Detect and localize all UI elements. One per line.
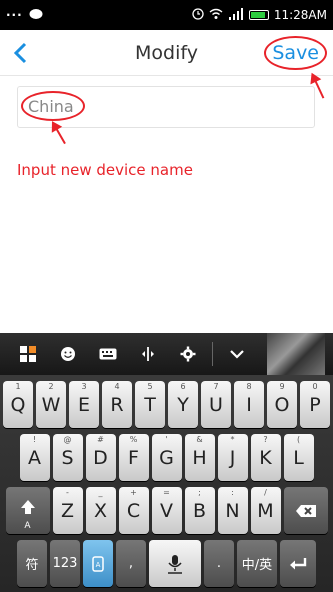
space-key[interactable]: [149, 540, 201, 587]
chat-icon: [29, 8, 43, 23]
back-button[interactable]: [12, 38, 42, 68]
keyboard: 1Q 2W 3E 4R 5T 6Y 7U 8I 9O 0P ! A @ S # D %…: [0, 375, 333, 592]
key-f[interactable]: % F: [118, 434, 149, 481]
emoji-icon[interactable]: [48, 333, 88, 375]
keyboard-row-2: ! A @ S # D % F ' G & H * J ? K (L: [3, 434, 330, 481]
key-g[interactable]: ' G: [151, 434, 182, 481]
more-dots-icon: ···: [6, 8, 23, 22]
key-h[interactable]: & H: [184, 434, 215, 481]
key-u[interactable]: 7U: [201, 381, 231, 428]
key-l[interactable]: (L: [283, 434, 314, 481]
symbol-key[interactable]: 符: [17, 540, 47, 587]
device-name-field[interactable]: China: [17, 86, 315, 128]
annotation-hint: Input new device name: [17, 161, 193, 179]
key-m[interactable]: / M: [250, 487, 281, 534]
wifi-icon: [209, 8, 223, 23]
shift-arrow-icon: [20, 499, 35, 514]
name-annotation-oval: [21, 91, 85, 121]
voice-switch-key[interactable]: A: [83, 540, 113, 587]
key-e[interactable]: 3E: [69, 381, 99, 428]
key-b[interactable]: ; B: [184, 487, 215, 534]
cursor-icon[interactable]: [128, 333, 168, 375]
enter-icon: [290, 557, 307, 569]
period-key[interactable]: .: [204, 540, 234, 587]
phone-mode-icon: A: [92, 555, 104, 572]
battery-icon: [248, 10, 269, 20]
save-button[interactable]: Save: [264, 36, 327, 70]
comma-key[interactable]: ,: [116, 540, 146, 587]
apps-icon[interactable]: [8, 333, 48, 375]
key-p[interactable]: 0P: [300, 381, 330, 428]
key-i[interactable]: 8I: [234, 381, 264, 428]
svg-text:A: A: [96, 561, 101, 569]
language-toggle-key[interactable]: 中/英: [237, 540, 277, 587]
key-t[interactable]: 5T: [135, 381, 165, 428]
chevron-left-icon: [13, 42, 27, 64]
microphone-icon: [168, 554, 182, 574]
key-s[interactable]: @ S: [52, 434, 83, 481]
collapse-icon[interactable]: [217, 333, 257, 375]
key-k[interactable]: ? K: [250, 434, 281, 481]
backspace-icon: [295, 504, 316, 517]
enter-key[interactable]: [280, 540, 316, 587]
key-a[interactable]: ! A: [19, 434, 50, 481]
key-n[interactable]: :N: [217, 487, 248, 534]
header-bar: Modify Save: [0, 30, 333, 76]
shift-key[interactable]: A: [5, 487, 50, 534]
keyboard-toolbar: [0, 333, 333, 375]
number-key[interactable]: 123: [50, 540, 80, 587]
settings-icon[interactable]: [168, 333, 208, 375]
key-d[interactable]: # D: [85, 434, 116, 481]
key-x[interactable]: _ X: [85, 487, 116, 534]
key-c[interactable]: + C: [118, 487, 149, 534]
key-o[interactable]: 9O: [267, 381, 297, 428]
key-r[interactable]: 4R: [102, 381, 132, 428]
key-q[interactable]: 1Q: [3, 381, 33, 428]
backspace-key[interactable]: [283, 487, 328, 534]
key-w[interactable]: 2W: [36, 381, 66, 428]
keyboard-row-3: A -Z _ X + C = V ; B :N / M: [3, 487, 330, 534]
status-bar: ··· 11:28AM: [0, 0, 333, 30]
save-annotation-arrow: [314, 79, 325, 99]
key-v[interactable]: = V: [151, 487, 182, 534]
toolbar-divider: [212, 342, 213, 366]
signal-icon: [228, 7, 244, 23]
name-annotation-arrow: [55, 127, 66, 145]
key-y[interactable]: 6Y: [168, 381, 198, 428]
key-z[interactable]: -Z: [52, 487, 83, 534]
keyboard-row-1: 1Q 2W 3E 4R 5T 6Y 7U 8I 9O 0P: [3, 381, 330, 428]
keyboard-icon[interactable]: [88, 333, 128, 375]
status-time: 11:28AM: [273, 8, 327, 22]
alarm-icon: [192, 7, 204, 23]
skin-thumbnail: [267, 333, 325, 375]
keyboard-row-4: 符 123 A , . 中/英: [3, 540, 330, 587]
key-j[interactable]: * J: [217, 434, 248, 481]
